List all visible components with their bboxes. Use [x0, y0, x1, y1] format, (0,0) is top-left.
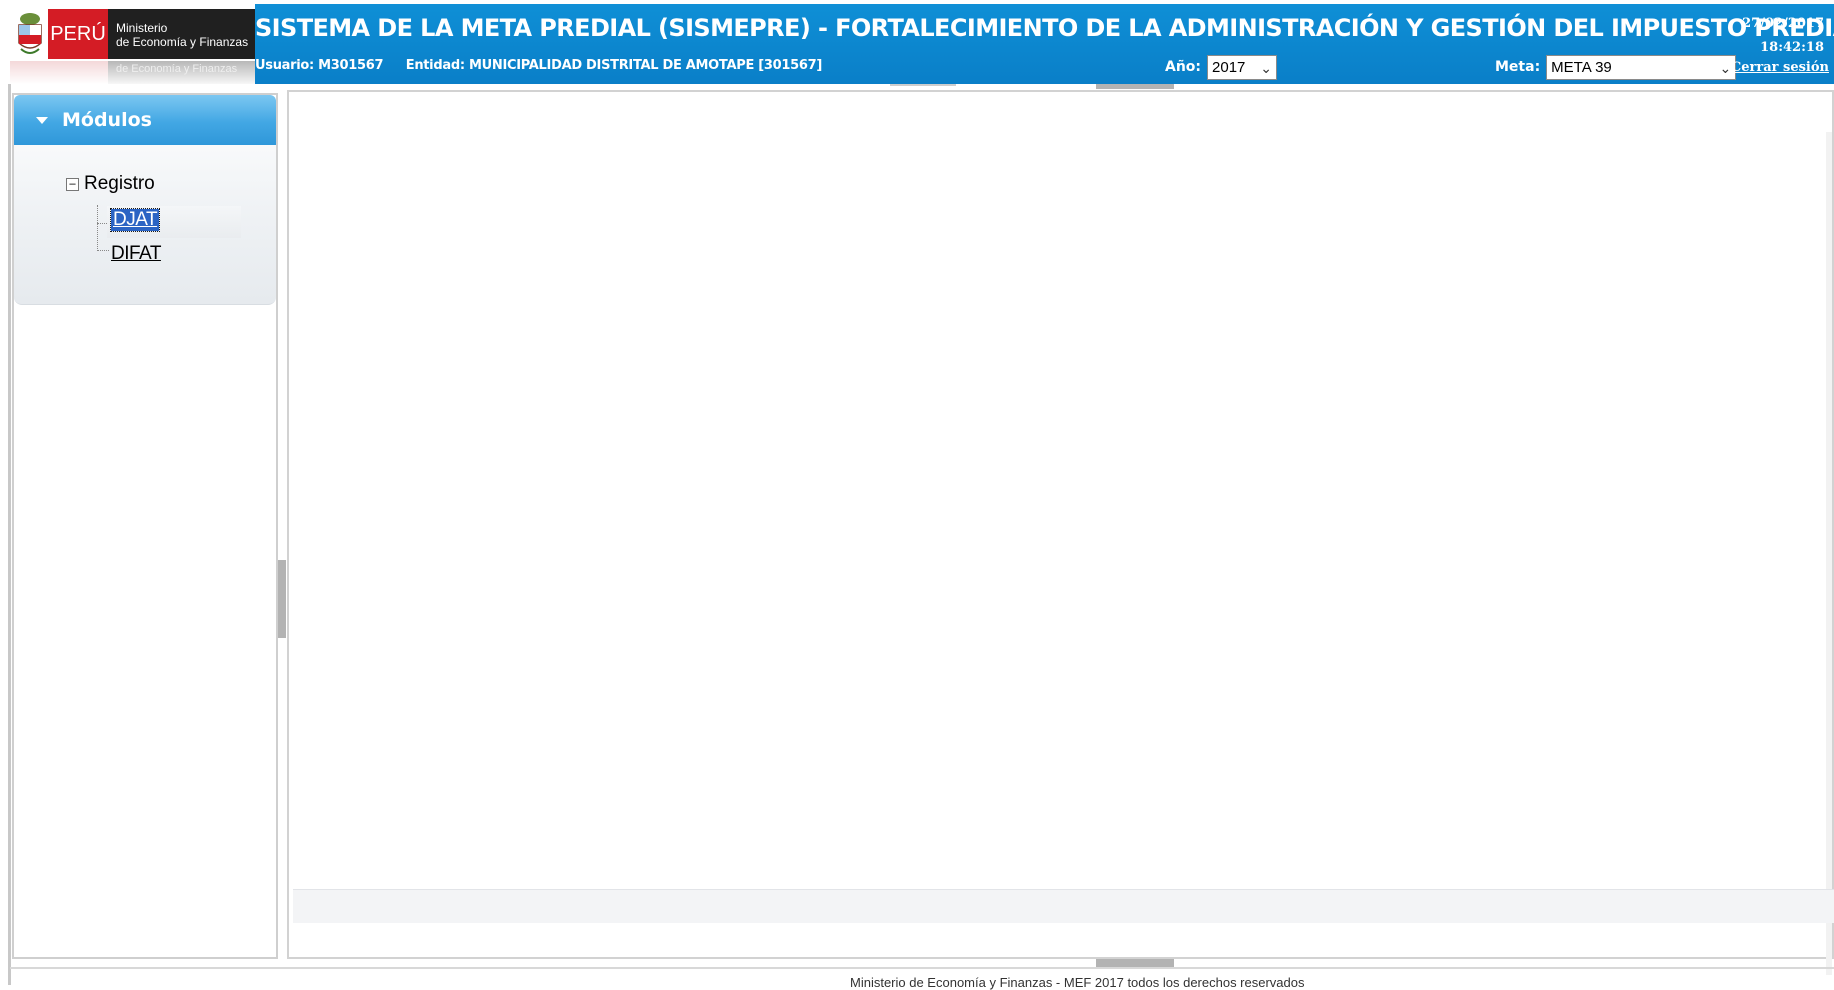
content-footer-band	[293, 889, 1834, 923]
logo-reflection: de Economía y Finanzas	[10, 61, 255, 84]
app-header: PERÚ Ministerio de Economía y Finanzas d…	[10, 4, 1834, 84]
ministry-brand: Ministerio de Economía y Finanzas	[108, 9, 255, 59]
entity-label: Entidad:	[405, 58, 465, 73]
tree-item-djat[interactable]: DJAT	[109, 208, 161, 232]
year-select[interactable]: 2017 ⌄	[1207, 54, 1278, 80]
year-selector-group: Año: 2017 ⌄	[1165, 54, 1278, 80]
current-date: 27/02/2017	[1742, 16, 1824, 31]
splitter-handle-top-left[interactable]	[890, 84, 956, 86]
footer-divider	[10, 967, 1834, 969]
tree-item-difat[interactable]: DIFAT	[111, 243, 161, 265]
chevron-down-icon: ⌄	[1260, 59, 1273, 76]
logo-reflection-text: de Economía y Finanzas	[108, 61, 255, 84]
session-datetime: 27/02/2017 18:42:18	[1724, 12, 1824, 60]
ministry-line-2: de Economía y Finanzas	[116, 35, 249, 49]
logout-link[interactable]: Cerrar sesión	[1731, 60, 1829, 75]
splitter-handle-top[interactable]	[1096, 84, 1174, 89]
mef-logo: PERÚ Ministerio de Economía y Finanzas d…	[10, 4, 255, 84]
tree-node-registro[interactable]: − Registro	[66, 173, 155, 195]
sidebar: Módulos − Registro DJAT DIFAT	[12, 93, 278, 959]
meta-label: Meta:	[1495, 59, 1541, 75]
modules-panel: Módulos − Registro DJAT DIFAT	[14, 95, 276, 305]
peru-brand: PERÚ	[48, 9, 108, 59]
coat-of-arms-icon	[18, 13, 42, 54]
ministry-line-1: Ministerio	[116, 21, 168, 35]
page-title: SISTEMA DE LA META PREDIAL (SISMEPRE) - …	[255, 14, 1834, 42]
tree-connector	[97, 250, 109, 251]
splitter-handle-vertical[interactable]	[278, 560, 286, 638]
content-scroll-edge	[1826, 132, 1832, 975]
chevron-down-icon: ⌄	[1719, 59, 1732, 76]
user-value: M301567	[318, 58, 384, 73]
tree-node-label: Registro	[84, 173, 155, 194]
user-label: Usuario:	[255, 58, 314, 73]
user-info: Usuario: M301567 Entidad: MUNICIPALIDAD …	[255, 54, 822, 78]
year-label: Año:	[1165, 59, 1202, 75]
left-border	[8, 84, 11, 985]
meta-select-value: META 39	[1551, 58, 1612, 76]
collapse-triangle-icon	[36, 117, 48, 124]
meta-select[interactable]: META 39 ⌄	[1546, 54, 1737, 80]
main-content	[287, 90, 1834, 975]
meta-selector-group: Meta: META 39 ⌄	[1495, 54, 1737, 80]
tree-connector	[97, 205, 98, 251]
year-select-value: 2017	[1212, 58, 1246, 76]
footer-copyright: Ministerio de Economía y Finanzas - MEF …	[850, 975, 1305, 990]
current-time: 18:42:18	[1760, 40, 1824, 55]
tree-collapse-icon[interactable]: −	[66, 177, 79, 191]
entity-value: MUNICIPALIDAD DISTRITAL DE AMOTAPE [3015…	[468, 58, 823, 73]
modules-panel-header[interactable]: Módulos	[14, 95, 276, 145]
modules-panel-title: Módulos	[62, 109, 152, 131]
